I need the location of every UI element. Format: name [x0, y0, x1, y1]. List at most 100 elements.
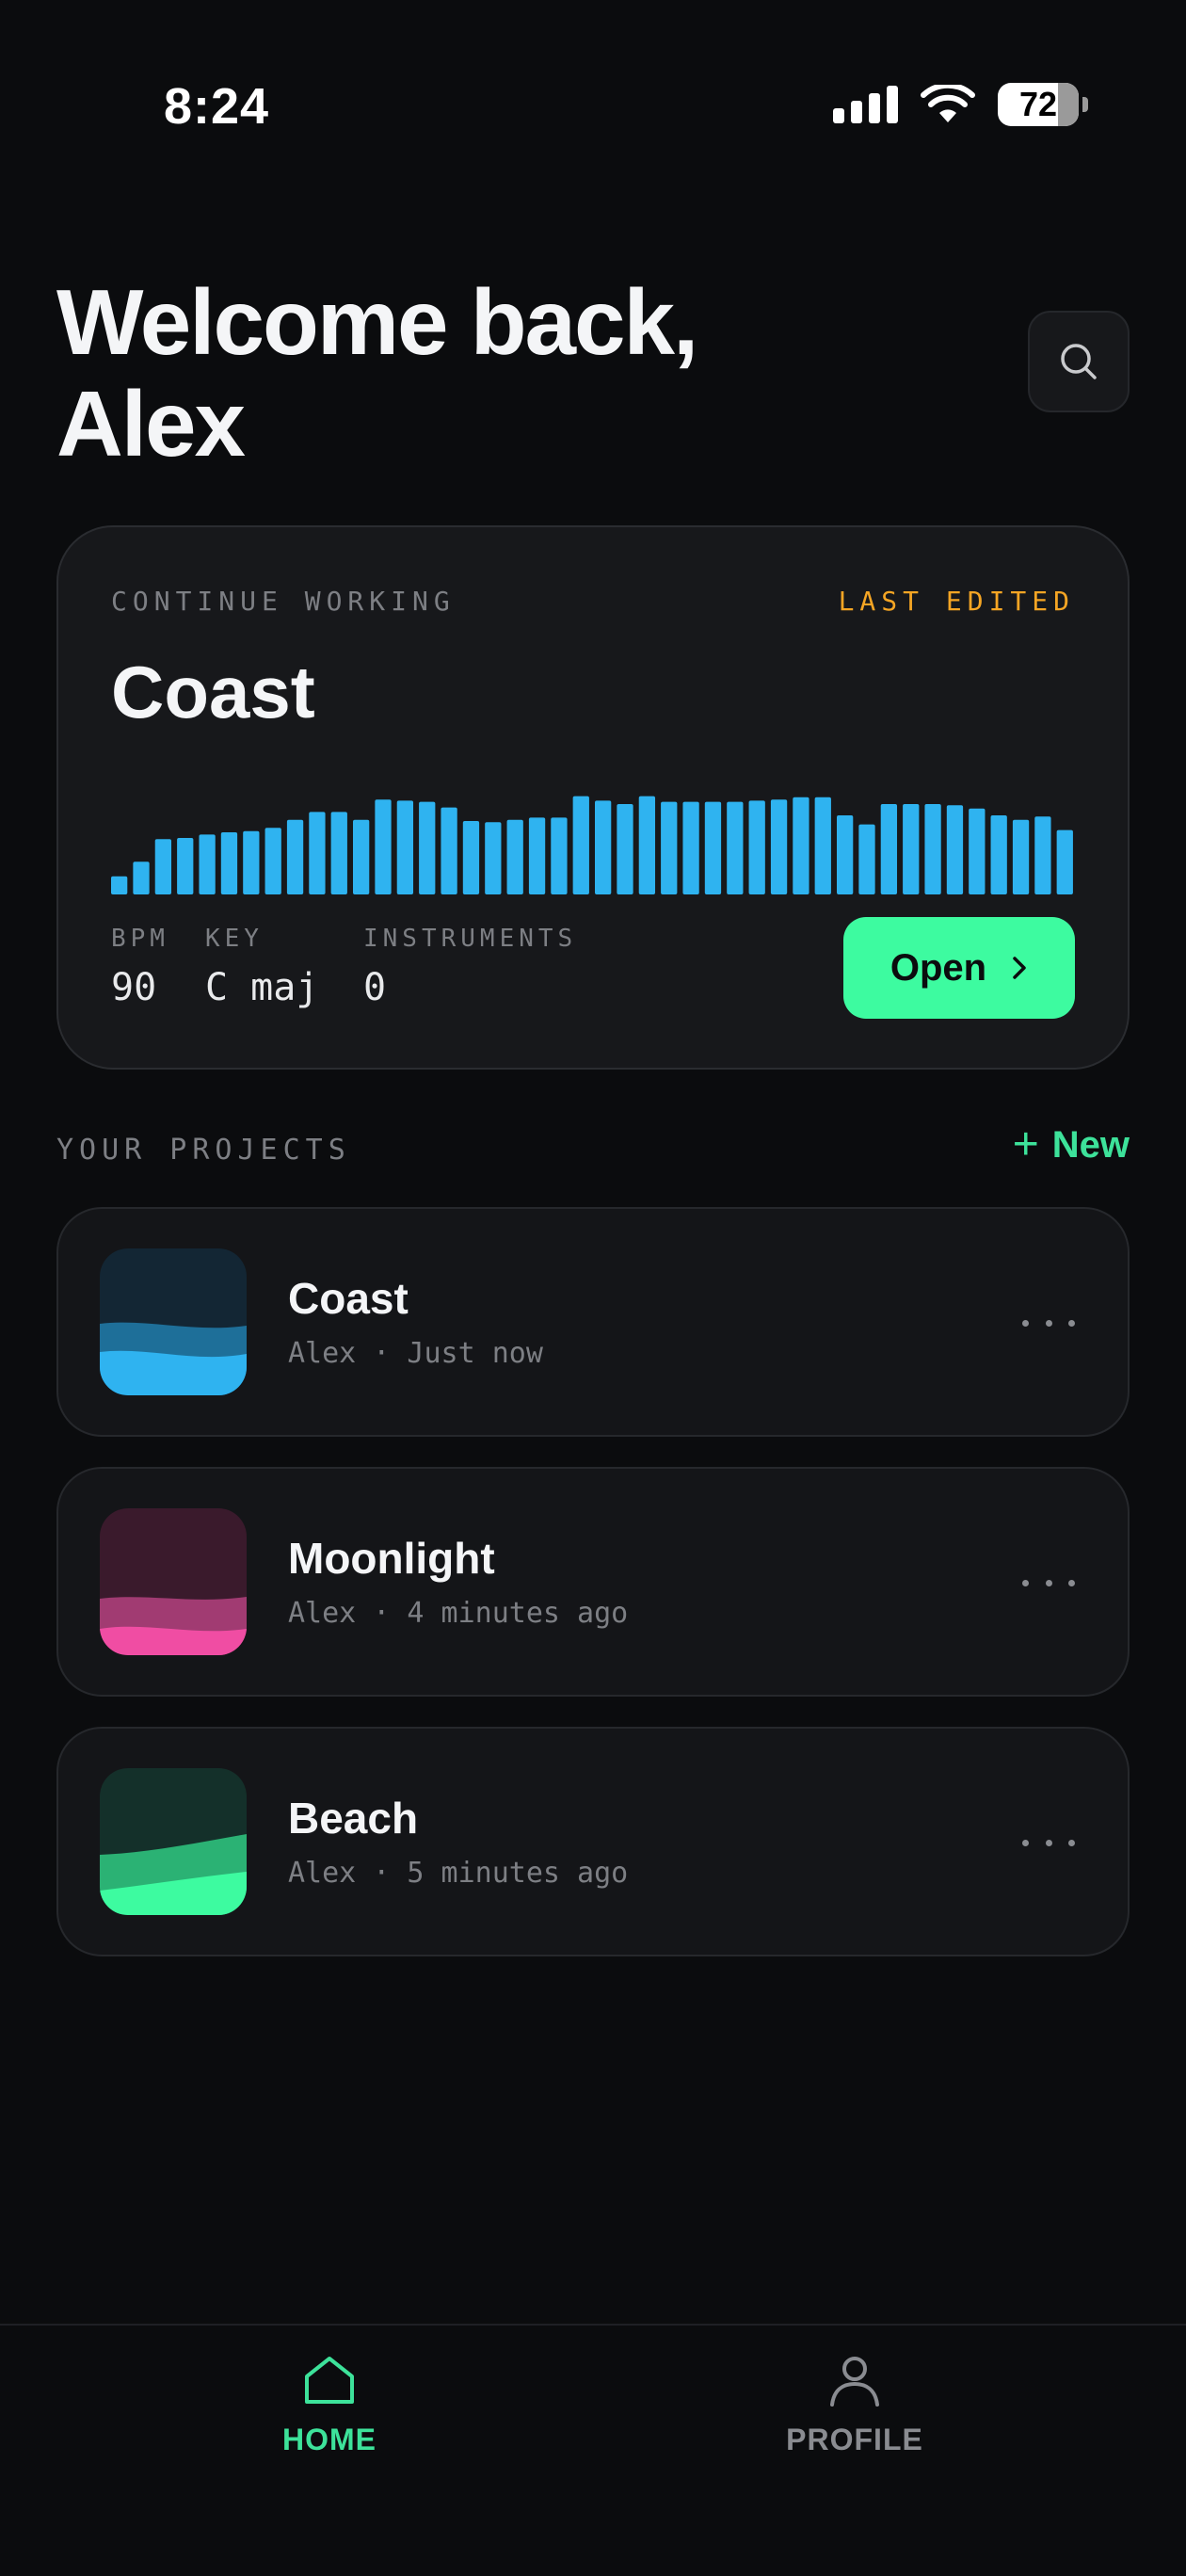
- welcome-line-1: Welcome back,: [56, 270, 698, 374]
- last-edited-badge: LAST EDITED: [838, 586, 1075, 617]
- waveform-bar: [506, 819, 523, 894]
- waveform-bar: [858, 824, 875, 894]
- meta-bpm-label: BPM: [111, 925, 169, 953]
- waveform-bar: [814, 797, 831, 894]
- project-card-moonlight[interactable]: Moonlight Alex · 4 minutes ago: [56, 1467, 1130, 1697]
- page-title: Welcome back, Alex: [56, 271, 904, 475]
- home-screen: 8:24 72 Welcome back, Alex CONTINUE WORK…: [0, 0, 1186, 2576]
- waveform-bar: [661, 801, 678, 894]
- waveform-preview: [111, 796, 1073, 894]
- waveform-bar: [924, 804, 941, 894]
- waveform-bar: [572, 796, 589, 894]
- project-card-beach[interactable]: Beach Alex · 5 minutes ago: [56, 1727, 1130, 1956]
- waveform-bar: [946, 805, 964, 894]
- more-options-icon[interactable]: [1022, 1819, 1075, 1866]
- tab-home-label: HOME: [282, 2423, 377, 2456]
- tab-profile[interactable]: PROFILE: [713, 2354, 996, 2457]
- waveform-bar: [375, 799, 392, 894]
- project-thumbnail-art: [100, 1508, 247, 1655]
- waveform-bar: [309, 812, 326, 894]
- project-thumbnail: [100, 1768, 247, 1915]
- cellular-signal-icon: [833, 86, 898, 123]
- meta-key-label: KEY: [205, 925, 264, 953]
- project-subtitle: Alex · 4 minutes ago: [288, 1597, 629, 1630]
- waveform-bar: [638, 796, 656, 894]
- continue-working-card[interactable]: CONTINUE WORKING LAST EDITED Coast BPM 9…: [56, 525, 1130, 1070]
- waveform-bar: [903, 804, 920, 894]
- waveform-bar: [990, 815, 1007, 894]
- wifi-icon: [921, 85, 975, 122]
- waveform-bar: [837, 815, 854, 894]
- your-projects-heading: YOUR PROJECTS: [56, 1134, 351, 1167]
- waveform-bar: [770, 799, 788, 894]
- open-button[interactable]: Open: [843, 917, 1075, 1019]
- waveform-bar: [243, 830, 260, 894]
- project-title: Beach: [288, 1794, 419, 1843]
- search-button[interactable]: [1028, 311, 1130, 412]
- waveform-bar: [1012, 819, 1030, 894]
- waveform-bar: [111, 876, 128, 894]
- waveform-bar: [220, 832, 238, 894]
- bottom-tab-bar: HOME PROFILE: [0, 2324, 1186, 2576]
- waveform-bar: [485, 822, 502, 894]
- waveform-bar: [286, 819, 304, 894]
- waveform-bar: [154, 839, 172, 894]
- project-thumbnail-art: [100, 1248, 247, 1395]
- meta-bpm: BPM 90: [111, 925, 169, 1009]
- waveform-bar: [969, 808, 986, 894]
- waveform-bar: [727, 801, 744, 894]
- waveform-bar: [748, 800, 765, 894]
- waveform-bar: [264, 828, 281, 894]
- welcome-line-2: Alex: [56, 372, 246, 475]
- more-options-icon[interactable]: [1022, 1559, 1075, 1606]
- waveform-bar: [617, 804, 633, 894]
- profile-icon: [830, 2357, 879, 2407]
- project-subtitle: Alex · 5 minutes ago: [288, 1857, 629, 1890]
- project-card-coast[interactable]: Coast Alex · Just now: [56, 1207, 1130, 1437]
- continue-working-label: CONTINUE WORKING: [111, 586, 456, 617]
- project-thumbnail-art: [100, 1768, 247, 1915]
- meta-instruments: INSTRUMENTS 0: [363, 925, 577, 1009]
- waveform-bar: [353, 819, 370, 894]
- waveform-bar: [133, 861, 150, 894]
- status-bar: 8:24 72: [0, 0, 1186, 217]
- waveform-bar: [462, 821, 480, 894]
- plus-icon: +: [1012, 1119, 1039, 1169]
- meta-key-value: C maj: [205, 966, 319, 1009]
- waveform-bar: [793, 797, 809, 894]
- waveform-bar: [682, 801, 699, 894]
- tab-profile-label: PROFILE: [786, 2423, 923, 2456]
- new-project-button[interactable]: + New: [1013, 1122, 1130, 1167]
- waveform-bar: [528, 817, 546, 894]
- waveform-bar: [1056, 829, 1073, 894]
- chevron-right-icon: [1013, 957, 1026, 979]
- status-icons: 72: [833, 83, 1088, 126]
- project-title: Moonlight: [288, 1534, 495, 1583]
- meta-bpm-value: 90: [111, 966, 157, 1009]
- project-thumbnail: [100, 1248, 247, 1395]
- meta-key: KEY C maj: [205, 925, 318, 1009]
- waveform-bar: [595, 800, 612, 894]
- waveform-bar: [330, 812, 347, 894]
- waveform-bar: [1034, 816, 1051, 894]
- meta-instruments-label: INSTRUMENTS: [363, 925, 578, 953]
- project-title: Coast: [288, 1274, 409, 1323]
- project-subtitle: Alex · Just now: [288, 1337, 543, 1370]
- project-thumbnail: [100, 1508, 247, 1655]
- battery-icon: 72: [998, 83, 1079, 126]
- waveform-bar: [551, 817, 568, 894]
- status-time: 8:24: [164, 78, 270, 135]
- battery-level: 72: [1018, 85, 1058, 123]
- waveform-bar: [880, 804, 898, 894]
- continue-project-title: Coast: [111, 651, 315, 733]
- meta-instruments-value: 0: [363, 966, 387, 1009]
- tab-home[interactable]: HOME: [188, 2354, 471, 2457]
- waveform-bar: [199, 834, 216, 894]
- waveform-bar: [419, 801, 436, 894]
- new-project-label: New: [1051, 1123, 1130, 1166]
- open-button-label: Open: [890, 946, 987, 989]
- home-icon: [305, 2357, 354, 2404]
- waveform-bar: [177, 838, 194, 894]
- search-icon: [1061, 344, 1097, 379]
- more-options-icon[interactable]: [1022, 1299, 1075, 1346]
